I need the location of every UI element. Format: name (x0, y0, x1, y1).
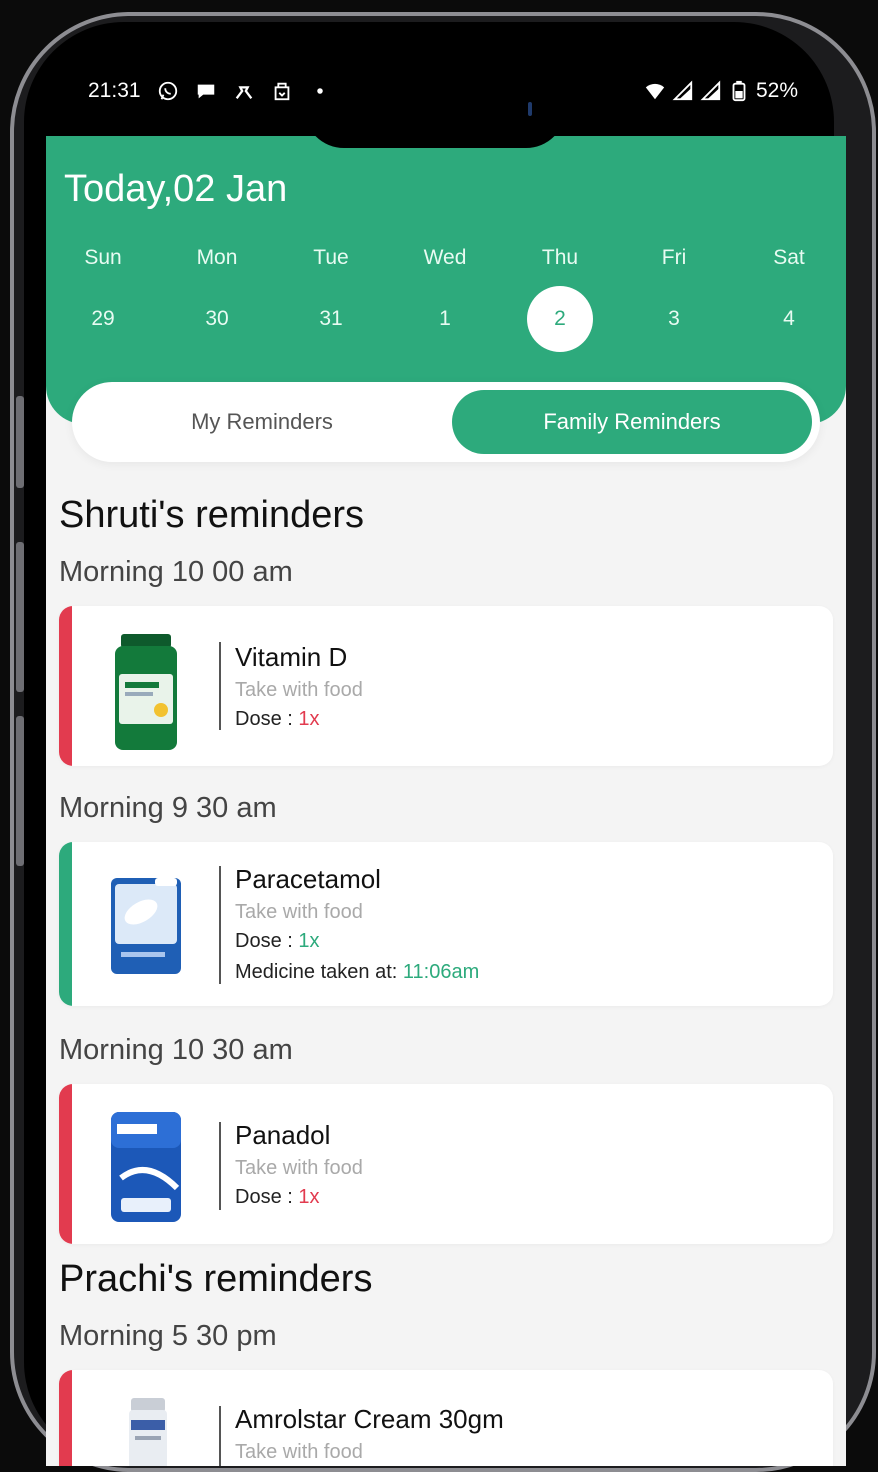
calendar-header: Today,02 Jan Sun 29 Mon 30 Tue 31 Wed 1 … (46, 136, 846, 424)
reminder-card[interactable]: Panadol Take with food Dose : 1x (59, 1084, 833, 1244)
day-sat[interactable]: Sat 4 (744, 246, 834, 352)
cream-tube-image (129, 1398, 167, 1466)
reminder-tabs: My Reminders Family Reminders (72, 382, 820, 462)
reminder-time: Morning 10 00 am (59, 556, 293, 588)
day-name: Fri (661, 246, 687, 269)
reminder-info: Amrolstar Cream 30gm Take with food (235, 1404, 504, 1464)
reminder-card[interactable]: Amrolstar Cream 30gm Take with food (59, 1370, 833, 1466)
battery-icon (732, 80, 746, 102)
reminder-time: Morning 5 30 pm (59, 1320, 277, 1352)
dose-label: Dose : (235, 1186, 299, 1208)
day-name: Tue (313, 246, 349, 269)
day-fri[interactable]: Fri 3 (629, 246, 719, 352)
medicine-note: Take with food (235, 1441, 363, 1463)
reminder-time: Morning 10 30 am (59, 1034, 293, 1066)
app-icon (235, 86, 252, 100)
day-name: Thu (541, 246, 579, 269)
status-bar: 21:31 52% (88, 76, 798, 106)
side-button (16, 716, 24, 866)
volume-up-button (16, 396, 24, 488)
reminder-info: Paracetamol Take with food Dose : 1x Med… (235, 864, 479, 984)
dose-value: 1x (298, 1186, 320, 1208)
section-title: Prachi's reminders (59, 1258, 373, 1300)
medicine-dose: Dose : 1x (235, 1186, 363, 1209)
dot-icon (316, 88, 323, 94)
vitamin-d-bottle-image (115, 634, 177, 750)
medicine-note: Take with food (235, 679, 363, 701)
medicine-name: Panadol (235, 1120, 331, 1150)
medicine-note: Take with food (235, 1157, 363, 1179)
dose-value: 1x (298, 708, 320, 730)
day-number: 4 (783, 307, 795, 330)
day-name: Sun (84, 246, 122, 269)
battery-percent: 52% (755, 79, 798, 102)
dose-label: Dose : (235, 708, 299, 730)
day-thu-selected[interactable]: Thu 2 (515, 246, 605, 352)
volume-down-button (16, 542, 24, 692)
status-bar-missed (59, 1084, 72, 1244)
whatsapp-icon (158, 81, 177, 101)
section-title: Shruti's reminders (59, 494, 365, 536)
status-bar-missed (59, 606, 72, 766)
medicine-note: Take with food (235, 901, 363, 923)
card-divider (219, 1122, 221, 1210)
app-screen: Today,02 Jan Sun 29 Mon 30 Tue 31 Wed 1 … (46, 136, 846, 1466)
day-wed[interactable]: Wed 1 (400, 246, 490, 352)
day-name: Wed (423, 246, 467, 269)
tab-my-reminders[interactable]: My Reminders (82, 390, 442, 454)
day-number: 1 (439, 307, 451, 330)
reminder-info: Vitamin D Take with food Dose : 1x (235, 642, 363, 731)
wifi-icon (645, 83, 665, 100)
day-number: 31 (319, 307, 343, 330)
day-tue[interactable]: Tue 31 (286, 246, 376, 352)
reminder-time: Morning 9 30 am (59, 792, 277, 824)
reminder-info: Panadol Take with food Dose : 1x (235, 1120, 363, 1209)
day-number: 30 (205, 307, 229, 330)
signal-icon (672, 80, 693, 101)
card-divider (219, 866, 221, 984)
day-number: 3 (668, 307, 680, 330)
day-number: 2 (527, 286, 593, 352)
chat-bubble-icon (197, 84, 214, 99)
medicine-dose: Dose : 1x (235, 708, 363, 731)
dose-label: Dose : (235, 930, 299, 952)
day-name: Sat (773, 246, 805, 269)
status-bar-taken (59, 842, 72, 1006)
medicine-dose: Dose : 1x (235, 930, 479, 953)
card-divider (219, 1406, 221, 1466)
paracetamol-box-image (111, 878, 181, 974)
taken-label: Medicine taken at: (235, 961, 403, 983)
dose-value: 1x (298, 930, 320, 952)
taken-time: 11:06am (402, 961, 480, 983)
medicine-name: Vitamin D (235, 642, 348, 672)
app-icon-2 (274, 82, 289, 101)
day-sun[interactable]: Sun 29 (58, 246, 148, 352)
tab-family-reminders[interactable]: Family Reminders (452, 390, 812, 454)
medicine-taken: Medicine taken at: 11:06am (235, 961, 479, 984)
status-bar-missed (59, 1370, 72, 1466)
medicine-name: Paracetamol (235, 864, 381, 894)
day-name: Mon (196, 246, 238, 269)
medicine-name: Amrolstar Cream 30gm (235, 1404, 504, 1434)
signal-icon-2 (700, 80, 721, 101)
panadol-box-image (111, 1112, 181, 1222)
reminder-card[interactable]: Paracetamol Take with food Dose : 1x Med… (59, 842, 833, 1006)
day-mon[interactable]: Mon 30 (172, 246, 262, 352)
reminder-card[interactable]: Vitamin D Take with food Dose : 1x (59, 606, 833, 766)
card-divider (219, 642, 221, 730)
status-time: 21:31 (88, 79, 141, 102)
page-title: Today,02 Jan (64, 168, 288, 210)
day-number: 29 (91, 307, 115, 330)
